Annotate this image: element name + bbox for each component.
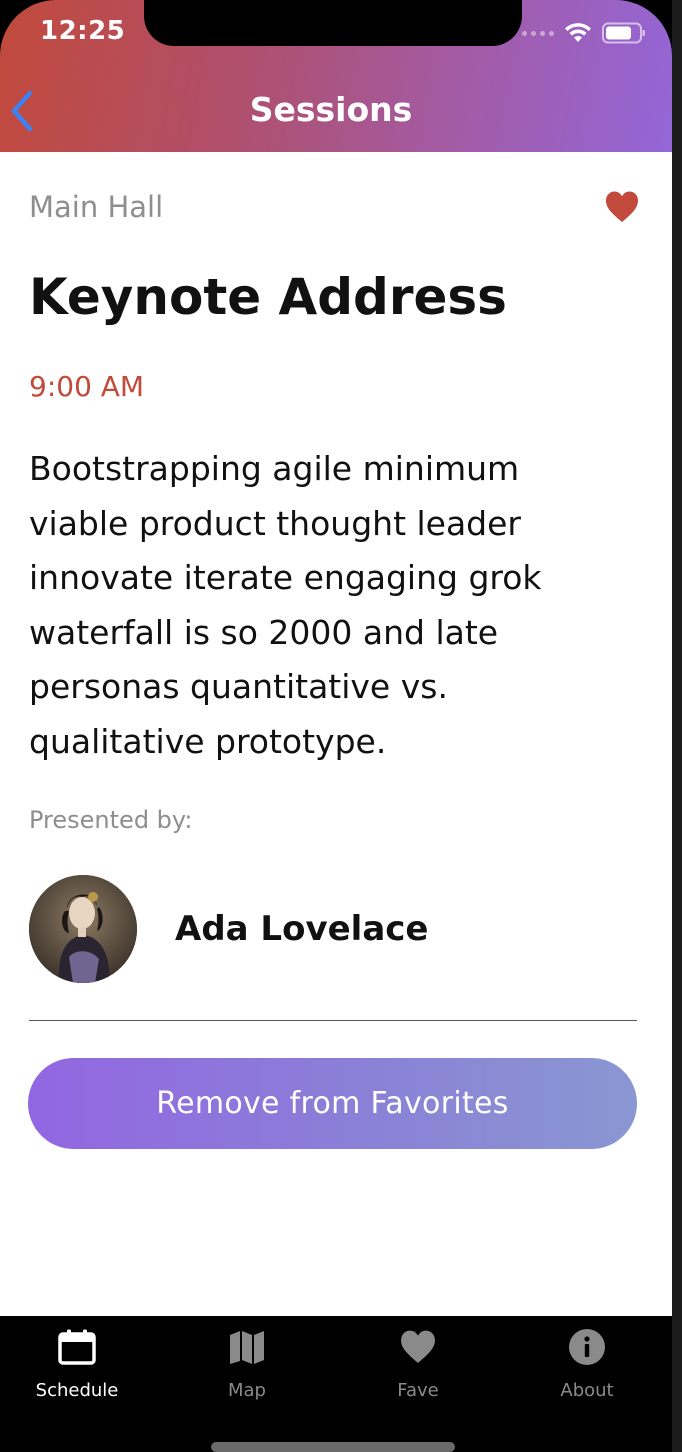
remove-from-favorites-button[interactable]: Remove from Favorites bbox=[28, 1058, 637, 1149]
home-indicator[interactable] bbox=[211, 1442, 455, 1452]
battery-icon bbox=[602, 22, 645, 44]
tab-label: Fave bbox=[397, 1380, 439, 1401]
tab-label: Map bbox=[228, 1380, 266, 1401]
session-title: Keynote Address bbox=[29, 268, 507, 326]
speaker-avatar bbox=[29, 875, 137, 983]
page-title: Sessions bbox=[249, 90, 413, 129]
speaker-name: Ada Lovelace bbox=[175, 909, 429, 949]
wifi-icon bbox=[565, 23, 591, 42]
session-room: Main Hall bbox=[29, 190, 164, 224]
status-icons bbox=[522, 22, 646, 44]
tab-map[interactable]: Map bbox=[172, 1326, 322, 1416]
tab-schedule[interactable]: Schedule bbox=[2, 1326, 152, 1416]
presented-by-label: Presented by: bbox=[29, 806, 193, 834]
tab-label: Schedule bbox=[35, 1380, 119, 1401]
session-description: Bootstrapping agile minimum viable produ… bbox=[29, 449, 542, 761]
device-edge bbox=[672, 0, 682, 1452]
calendar-icon bbox=[58, 1329, 96, 1365]
heart-icon bbox=[606, 191, 638, 222]
device-notch bbox=[144, 0, 522, 46]
cellular-signal-icon bbox=[522, 30, 554, 36]
divider bbox=[29, 1020, 637, 1021]
tab-bar: Schedule Map Fave About bbox=[0, 1316, 672, 1452]
map-icon bbox=[230, 1331, 264, 1364]
app-header: 12:25 Sessions bbox=[0, 0, 672, 152]
speaker-item[interactable]: Ada Lovelace bbox=[29, 874, 639, 984]
status-time: 12:25 bbox=[40, 16, 126, 46]
tab-fave[interactable]: Fave bbox=[343, 1326, 493, 1416]
tab-label: About bbox=[560, 1380, 614, 1401]
heart-icon bbox=[401, 1330, 435, 1363]
phone-screen: 12:25 Sessions Main Hall Keynote Address… bbox=[0, 0, 672, 1452]
info-icon bbox=[569, 1329, 605, 1365]
favorite-toggle-button[interactable] bbox=[604, 190, 640, 224]
session-time: 9:00 AM bbox=[29, 370, 145, 403]
tab-about[interactable]: About bbox=[512, 1326, 662, 1416]
session-detail: Main Hall Keynote Address 9:00 AM Bootst… bbox=[0, 152, 672, 1316]
